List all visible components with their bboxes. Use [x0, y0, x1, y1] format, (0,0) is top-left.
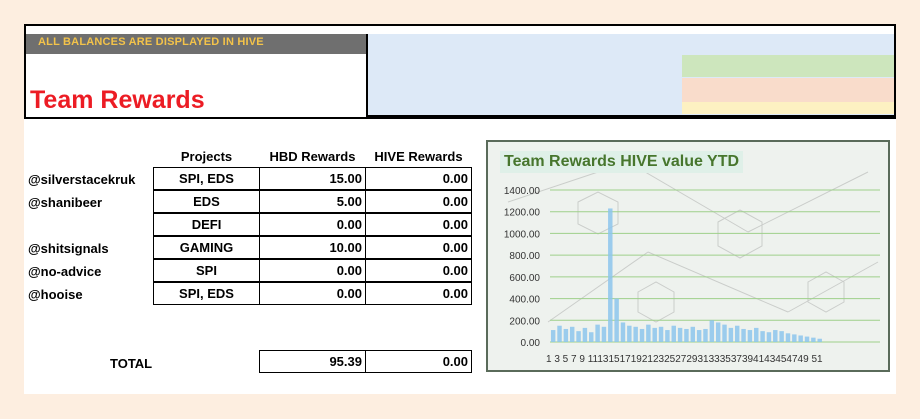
- chart-bar: [722, 324, 727, 342]
- chart-y-tick-label: 600.00: [509, 273, 540, 284]
- row-user: @no-advice: [28, 264, 102, 279]
- row-user: @shitsignals: [28, 241, 109, 256]
- chart-y-tick-label: 1200.00: [504, 208, 541, 219]
- row-hbd[interactable]: 0.00: [259, 213, 366, 236]
- chart-bar: [576, 331, 581, 342]
- chart-bar: [690, 326, 696, 342]
- chart-bar: [792, 334, 797, 342]
- total-hive[interactable]: 0.00: [365, 350, 472, 373]
- rewards-chart[interactable]: 1400.00 1200.00 1000.00 800.00 600.00 400.00 2…: [486, 140, 890, 372]
- chart-bar: [741, 328, 746, 342]
- chart-background-pattern: [507, 161, 879, 323]
- chart-bar: [569, 326, 575, 342]
- row-hbd[interactable]: 0.00: [259, 282, 366, 305]
- row-project[interactable]: SPI, EDS: [153, 282, 260, 305]
- chart-title: Team Rewards HIVE value YTD: [500, 151, 744, 173]
- chart-bar: [614, 298, 619, 342]
- row-hive[interactable]: 0.00: [365, 259, 472, 282]
- chart-bar: [589, 332, 594, 342]
- row-project[interactable]: SPI: [153, 259, 260, 282]
- row-hbd[interactable]: 15.00: [259, 167, 366, 190]
- chart-bar: [658, 326, 664, 342]
- chart-bar: [639, 328, 645, 342]
- row-project[interactable]: EDS: [153, 190, 260, 213]
- chart-bar: [652, 327, 657, 342]
- balance-note-bar: ALL BALANCES ARE DISPLAYED IN HIVE: [26, 34, 366, 54]
- chart-y-tick-label: 1400.00: [504, 186, 541, 197]
- chart-canvas: 1400.00 1200.00 1000.00 800.00 600.00 400.00 2…: [504, 161, 880, 365]
- chart-bar: [747, 330, 753, 342]
- chart-bars: [550, 208, 822, 342]
- row-project[interactable]: SPI, EDS: [153, 167, 260, 190]
- chart-bar: [696, 330, 702, 342]
- chart-bar: [773, 330, 778, 342]
- chart-bar: [557, 325, 562, 342]
- row-user: @silverstacekruk: [28, 172, 136, 187]
- chart-bar: [620, 322, 626, 342]
- chart-x-tick-labels: 1 3 5 7 9 111315171921232527293133353739…: [546, 354, 823, 365]
- chart-bar: [684, 328, 689, 342]
- chart-bar: [601, 326, 607, 342]
- chart-bar: [671, 325, 676, 342]
- row-hive[interactable]: 0.00: [365, 167, 472, 190]
- hive-rewards-header: HIVE Rewards: [374, 149, 463, 164]
- chart-bar: [550, 330, 556, 342]
- total-hbd[interactable]: 95.39: [259, 350, 366, 373]
- chart-bar: [798, 335, 803, 342]
- row-hive[interactable]: 0.00: [365, 213, 472, 236]
- hbd-rewards-header: HBD Rewards: [269, 149, 356, 164]
- row-hive[interactable]: 0.00: [365, 236, 472, 259]
- row-user: @shanibeer: [28, 195, 103, 210]
- row-user: @hooise: [28, 287, 83, 302]
- chart-bar: [715, 322, 721, 342]
- chart-bar: [804, 336, 810, 342]
- chart-bar: [734, 325, 740, 342]
- chart-y-tick-label: 1000.00: [504, 229, 541, 240]
- chart-bar: [709, 320, 715, 342]
- row-hive[interactable]: 0.00: [365, 190, 472, 213]
- row-hive[interactable]: 0.00: [365, 282, 472, 305]
- chart-bar: [703, 328, 708, 342]
- balance-note: ALL BALANCES ARE DISPLAYED IN HIVE: [38, 36, 264, 48]
- chart-bar: [760, 331, 765, 342]
- chart-bar: [779, 331, 784, 342]
- chart-y-tick-label: 400.00: [509, 295, 540, 306]
- banner-panel: [366, 34, 894, 117]
- banner-stripe-yellow: [682, 102, 894, 114]
- chart-y-ticks: 1400.00 1200.00 1000.00 800.00 600.00 400.00 2…: [504, 186, 541, 349]
- chart-y-tick-label: 0.00: [521, 338, 541, 349]
- chart-bar: [582, 327, 588, 342]
- chart-bar: [817, 338, 822, 342]
- banner-stripe-green: [682, 55, 894, 77]
- chart-y-tick-label: 800.00: [509, 251, 540, 262]
- row-hbd[interactable]: 5.00: [259, 190, 366, 213]
- projects-header: Projects: [180, 149, 233, 164]
- chart-bar: [665, 330, 670, 342]
- total-label: TOTAL: [110, 356, 153, 371]
- chart-bar: [728, 327, 734, 342]
- row-project[interactable]: DEFI: [153, 213, 260, 236]
- chart-bar: [633, 326, 638, 342]
- page-title: Team Rewards: [30, 86, 205, 114]
- chart-bar: [766, 332, 772, 342]
- chart-bar: [608, 208, 613, 342]
- row-hbd[interactable]: 10.00: [259, 236, 366, 259]
- banner-stripe-salmon: [682, 78, 894, 102]
- row-hbd[interactable]: 0.00: [259, 259, 366, 282]
- row-project[interactable]: GAMING: [153, 236, 260, 259]
- chart-bar: [595, 324, 600, 342]
- chart-bar: [677, 327, 683, 342]
- chart-bar: [811, 337, 816, 342]
- chart-bar: [754, 327, 759, 342]
- chart-bar: [646, 324, 651, 342]
- chart-y-tick-label: 200.00: [509, 316, 540, 327]
- chart-bar: [785, 333, 791, 342]
- chart-bar: [563, 328, 569, 342]
- chart-bar: [627, 325, 632, 342]
